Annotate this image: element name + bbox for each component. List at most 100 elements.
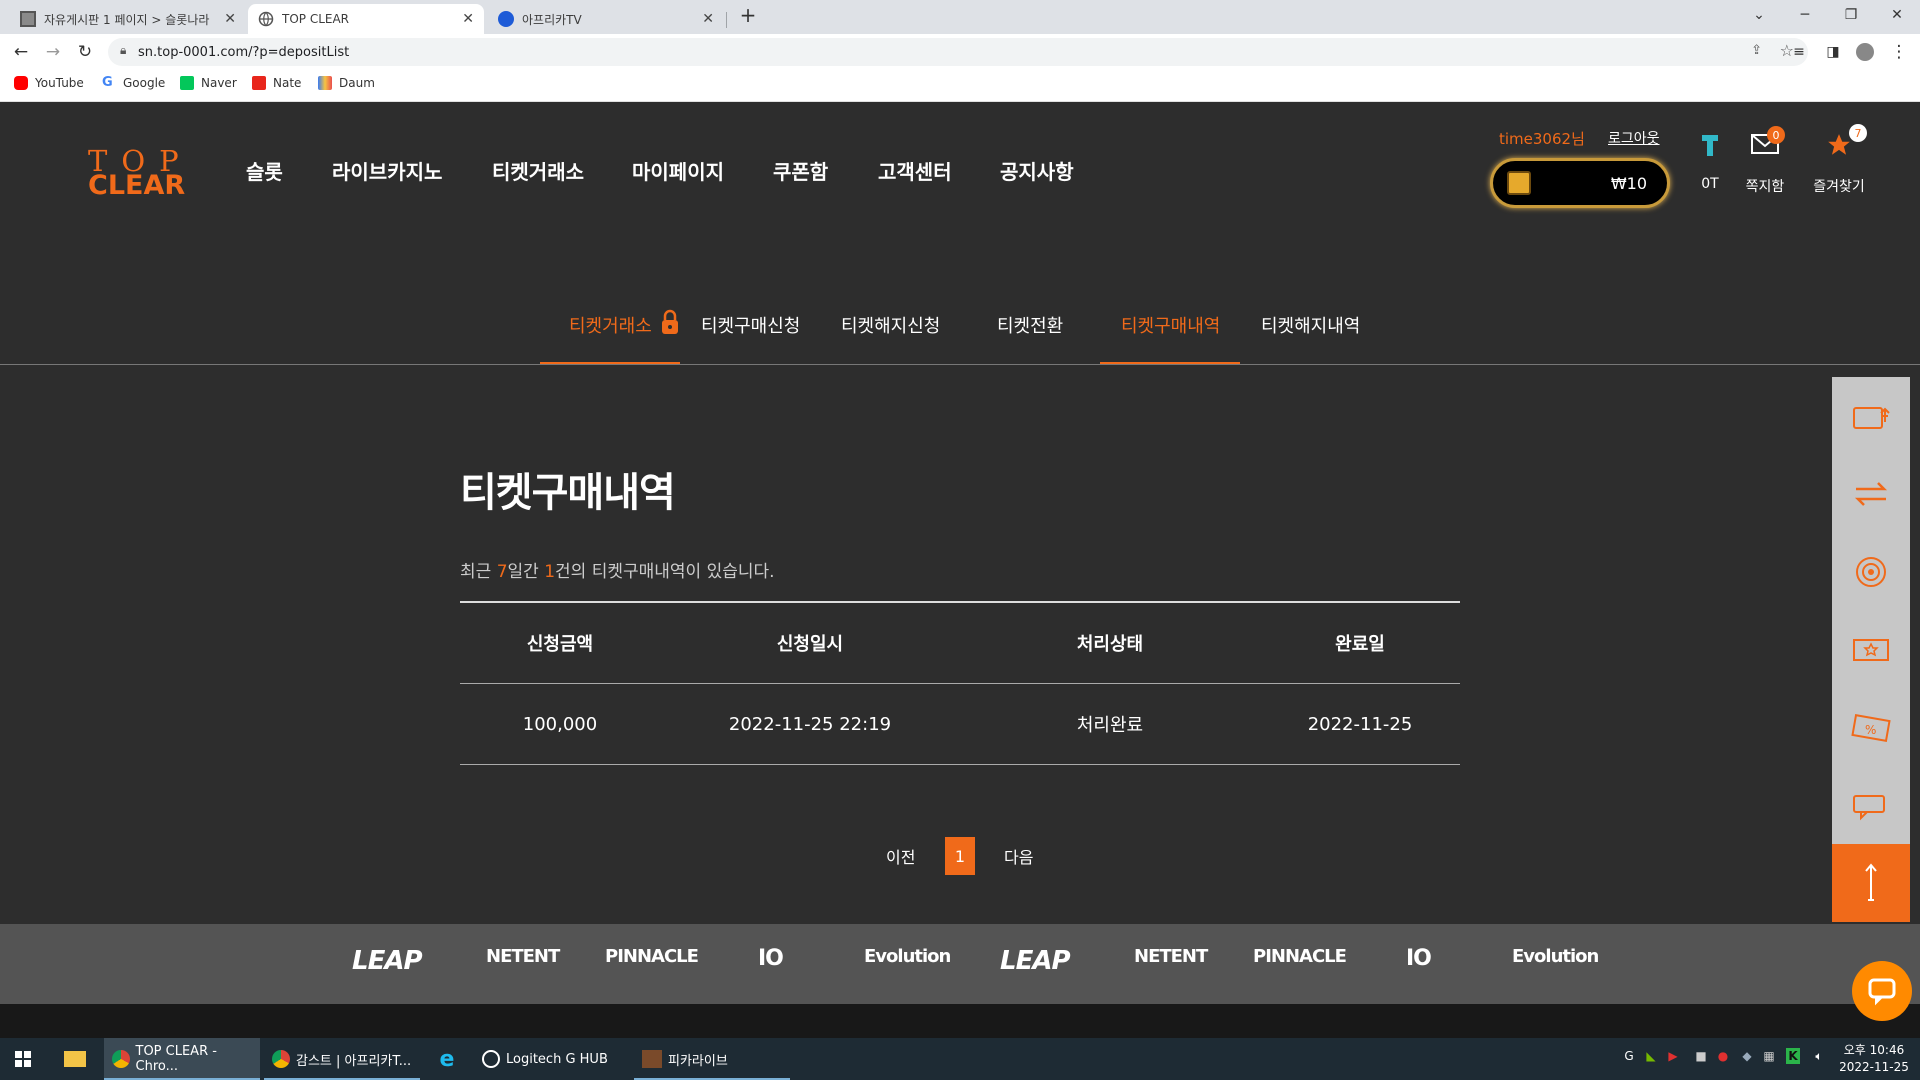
balance-amount: ₩10: [1610, 174, 1647, 193]
tray-network-icon[interactable]: ▦: [1762, 1048, 1776, 1064]
subnav-divider: [0, 364, 1920, 365]
event-ticket-button[interactable]: [1832, 611, 1910, 689]
volume-icon[interactable]: 🔈︎: [1812, 1048, 1826, 1064]
tray-g-icon[interactable]: G: [1622, 1048, 1636, 1064]
start-button[interactable]: [0, 1038, 46, 1080]
wallet-balance[interactable]: ₩10: [1490, 158, 1670, 208]
summary-text: 건의 티켓구매내역이 있습니다.: [555, 562, 775, 582]
tray-app-icon[interactable]: ■: [1694, 1048, 1708, 1064]
summary-text: 일간: [507, 562, 545, 582]
clock-time: 오후 10:46: [1843, 1043, 1905, 1057]
reload-icon[interactable]: ↻: [72, 40, 98, 64]
taskbar-app-ghub[interactable]: Logitech G HUB: [474, 1038, 630, 1080]
nav-coupons[interactable]: 쿠폰함: [773, 156, 828, 185]
bookmark-nate[interactable]: Nate: [252, 76, 301, 90]
live-chat-button[interactable]: [1852, 961, 1912, 1021]
history-summary: 최근 7일간 1건의 티켓구매내역이 있습니다.: [460, 557, 775, 582]
cell-status: 처리완료: [1076, 715, 1144, 736]
browser-tab-bar: 자유게시판 1 페이지 > 슬롯나라 ✕ TOP CLEAR ✕ 아프리카TV …: [0, 0, 1920, 34]
browser-toolbar: ← → ↻ 🔒︎ sn.top-0001.com/?p=depositList …: [0, 34, 1920, 70]
reading-list-icon[interactable]: ≡: [1786, 40, 1812, 64]
lock-icon: 🔒︎: [120, 43, 127, 57]
nav-mypage[interactable]: 마이페이지: [632, 156, 724, 185]
nav-notices[interactable]: 공지사항: [1000, 156, 1074, 185]
nav-ticket-exchange[interactable]: 티켓거래소: [492, 156, 584, 185]
messages-button[interactable]: 쪽지함: [1740, 132, 1790, 196]
tab-title: 아프리카TV: [522, 12, 582, 27]
bookmark-daum[interactable]: Daum: [318, 76, 375, 90]
favorites-button[interactable]: 즐겨찾기: [1808, 132, 1870, 196]
provider-logo: Evolution: [1512, 946, 1599, 967]
subnav-purchase-request[interactable]: 티켓구매신청: [701, 312, 800, 338]
spin-button[interactable]: [1832, 533, 1910, 611]
subnav-cancel-request[interactable]: 티켓해지신청: [841, 312, 940, 338]
nate-icon: [252, 76, 266, 90]
ticket-button[interactable]: 0T: [1692, 132, 1728, 192]
coupon-button[interactable]: %: [1832, 689, 1910, 767]
system-clock[interactable]: 오후 10:46 2022-11-25: [1836, 1042, 1912, 1076]
minimize-button[interactable]: ─: [1782, 0, 1828, 30]
nav-customer-center[interactable]: 고객센터: [878, 156, 952, 185]
menu-icon[interactable]: ⋮: [1886, 40, 1912, 64]
coupon-icon: %: [1851, 714, 1891, 742]
taskbar-app-chrome-2[interactable]: 감스트 | 아프리카T...: [264, 1038, 420, 1080]
cell-amount: 100,000: [522, 713, 598, 735]
tray-red-icon[interactable]: ▶: [1666, 1048, 1680, 1064]
chat-support-button[interactable]: [1832, 767, 1910, 845]
pagination: 이전 1 다음: [880, 837, 1040, 875]
prev-page-button[interactable]: 이전: [886, 837, 915, 875]
close-window-button[interactable]: ✕: [1874, 0, 1920, 30]
forward-icon[interactable]: →: [40, 40, 66, 64]
new-tab-button[interactable]: +: [726, 0, 770, 30]
tray-record-icon[interactable]: ●: [1716, 1048, 1730, 1064]
tab-search-icon[interactable]: ⌄: [1736, 0, 1782, 30]
taskbar-app-chrome[interactable]: TOP CLEAR - Chro...: [104, 1038, 260, 1080]
pikalive-icon: [642, 1050, 662, 1068]
close-tab-icon[interactable]: ✕: [224, 11, 236, 27]
tab-top-clear[interactable]: TOP CLEAR ✕: [248, 4, 484, 34]
site-logo[interactable]: TOP CLEAR: [88, 144, 194, 201]
taskbar-app-pikalive[interactable]: 피카라이브: [634, 1038, 790, 1080]
subnav-ticket-exchange[interactable]: 티켓거래소: [569, 312, 652, 338]
back-icon[interactable]: ←: [8, 40, 34, 64]
file-explorer-button[interactable]: [52, 1038, 98, 1080]
logout-link[interactable]: 로그아웃: [1608, 128, 1660, 148]
header-status: 처리상태: [1076, 634, 1144, 655]
next-page-button[interactable]: 다음: [1004, 837, 1033, 875]
share-icon[interactable]: ⇪: [1751, 43, 1762, 58]
taskbar-app-ie[interactable]: e: [424, 1038, 470, 1080]
subnav-purchase-history[interactable]: 티켓구매내역: [1121, 312, 1220, 338]
close-tab-icon[interactable]: ✕: [702, 11, 714, 27]
summary-count: 1: [544, 562, 556, 582]
quick-sidebar: %: [1832, 377, 1910, 922]
close-tab-icon[interactable]: ✕: [462, 11, 474, 27]
tab-afreecatv[interactable]: 아프리카TV ✕: [488, 4, 724, 34]
tray-k-icon[interactable]: K: [1786, 1048, 1800, 1064]
google-icon: G: [102, 75, 113, 90]
deposit-button[interactable]: [1832, 377, 1910, 455]
bookmark-label: Daum: [339, 76, 375, 90]
chrome-icon: [272, 1050, 290, 1068]
transfer-button[interactable]: [1832, 455, 1910, 533]
address-bar[interactable]: 🔒︎ sn.top-0001.com/?p=depositList ⇪ ☆: [108, 38, 1808, 66]
chat-icon: [1868, 978, 1896, 1006]
maximize-button[interactable]: ❐: [1828, 0, 1874, 30]
profile-avatar-icon[interactable]: [1852, 40, 1878, 64]
deposit-icon: [1853, 407, 1890, 429]
scroll-top-button[interactable]: [1832, 844, 1910, 922]
subnav-ticket-convert[interactable]: 티켓전환: [997, 312, 1063, 338]
bookmark-label: Nate: [273, 76, 302, 90]
tray-nvidia-icon[interactable]: ◣: [1644, 1048, 1658, 1064]
bookmark-naver[interactable]: Naver: [180, 76, 237, 90]
bookmark-label: Naver: [201, 76, 237, 90]
current-page-button[interactable]: 1: [945, 837, 975, 875]
subnav-cancel-history[interactable]: 티켓해지내역: [1261, 312, 1360, 338]
nav-slot[interactable]: 슬롯: [246, 156, 283, 185]
side-panel-icon[interactable]: ◨: [1820, 40, 1846, 64]
tray-shield-icon[interactable]: ◆: [1740, 1048, 1754, 1064]
bookmark-youtube[interactable]: YouTube: [14, 76, 84, 90]
tab-slotnara[interactable]: 자유게시판 1 페이지 > 슬롯나라 ✕: [10, 4, 246, 34]
page-title: 티켓구매내역: [460, 470, 676, 516]
nav-live-casino[interactable]: 라이브카지노: [332, 156, 442, 185]
bookmark-google[interactable]: G Google: [102, 75, 165, 91]
